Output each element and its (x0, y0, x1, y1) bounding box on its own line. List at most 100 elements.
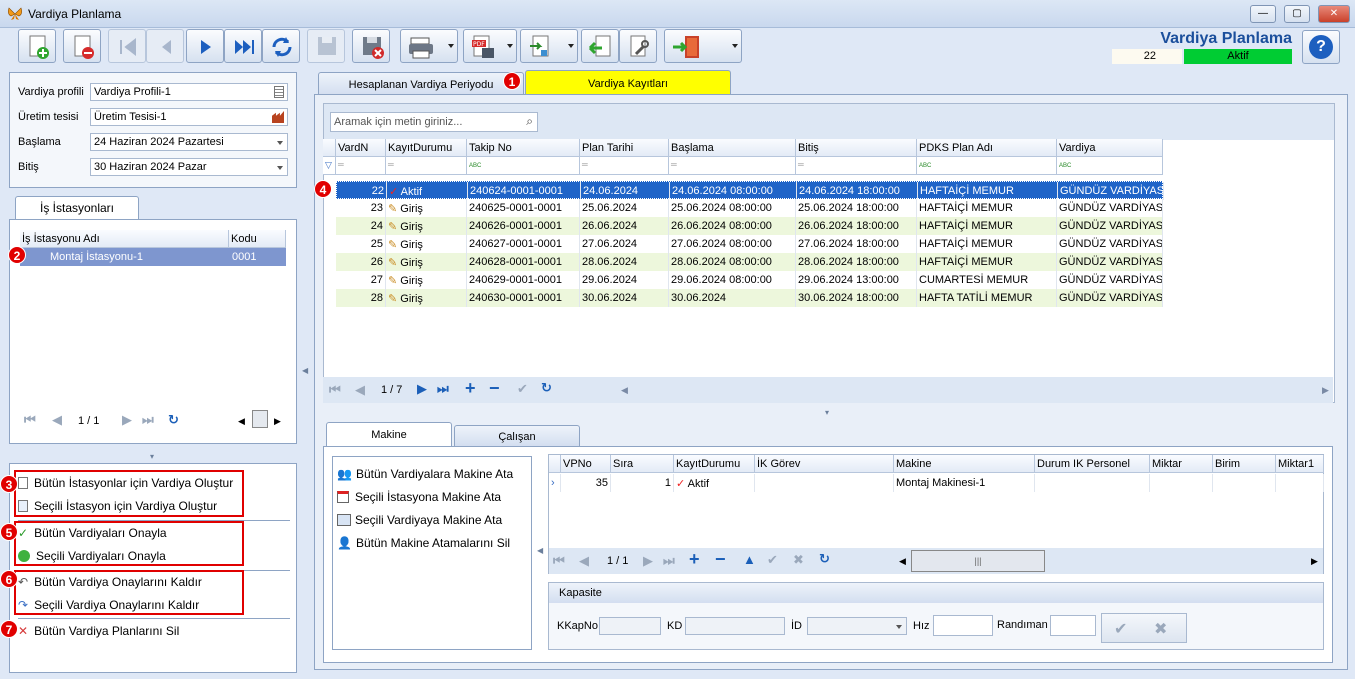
next-page-icon[interactable]: ▶ (122, 412, 132, 428)
table-row[interactable]: 25 ✎ Giriş 240627-0001-0001 27.06.2024 27.06… (336, 235, 1163, 253)
import-button[interactable] (520, 29, 578, 63)
splitter-icon[interactable]: ▾ (825, 408, 829, 417)
filter-cell[interactable]: ═ (386, 157, 467, 175)
machine-cell[interactable] (1276, 474, 1324, 492)
table-row[interactable]: 22 ✓ Aktif 240624-0001-0001 24.06.2024 24.06… (336, 181, 1164, 200)
machine-cell[interactable]: ✓ Aktif (674, 474, 755, 492)
col-header[interactable]: Başlama (669, 139, 796, 157)
help-button[interactable]: ? (1302, 30, 1340, 64)
export-pdf-button[interactable]: PDF (463, 29, 517, 63)
efficiency-field[interactable] (1050, 615, 1096, 636)
tab-machine[interactable]: Makine (326, 422, 452, 447)
table-row[interactable]: 26 ✎ Giriş 240628-0001-0001 28.06.2024 28.06… (336, 253, 1163, 271)
scrollbar-thumb[interactable] (252, 410, 268, 428)
table-row[interactable]: 24 ✎ Giriş 240626-0001-0001 26.06.2024 26.06… (336, 217, 1163, 235)
cancel-button[interactable] (352, 29, 390, 63)
check-icon[interactable]: ✔ (767, 552, 778, 568)
col-header[interactable]: Makine (894, 455, 1035, 473)
refresh-button[interactable] (262, 29, 300, 63)
col-header[interactable]: Bitiş (796, 139, 917, 157)
delete-button[interactable] (63, 29, 101, 63)
first-page-icon[interactable]: ⏮ (329, 382, 341, 398)
scroll-right-icon[interactable]: ▶ (274, 416, 281, 427)
nav-next-button[interactable] (186, 29, 224, 63)
station-row[interactable]: Montaj İstasyonu-1 0001 (20, 248, 286, 266)
scrollbar-thumb[interactable]: ||| (911, 550, 1045, 572)
col-header[interactable]: Birim (1213, 455, 1276, 473)
close-button[interactable]: ✕ (1318, 5, 1350, 23)
delete-machine-assignments-button[interactable]: 👤 Bütün Makine Atamalarını Sil (337, 536, 510, 550)
col-header[interactable]: PDKS Plan Adı (917, 139, 1057, 157)
cancel-icon[interactable]: ✖ (1154, 619, 1167, 639)
tab-employee[interactable]: Çalışan (454, 425, 580, 446)
assign-shift-machine-button[interactable]: Seçili Vardiyaya Makine Ata (337, 513, 502, 527)
assign-station-machine-button[interactable]: Seçili İstasyona Makine Ata (337, 490, 501, 504)
col-header[interactable]: VPNo (561, 455, 611, 473)
splitter-icon[interactable]: ▾ (150, 452, 154, 461)
col-header[interactable]: Durum IK Personel (1035, 455, 1150, 473)
add-icon[interactable]: + (689, 549, 700, 570)
machine-cell[interactable] (1035, 474, 1150, 492)
start-date-field[interactable]: 24 Haziran 2024 Pazartesi (90, 133, 288, 151)
table-row[interactable]: 28 ✎ Giriş 240630-0001-0001 30.06.2024 30.06… (336, 289, 1163, 307)
col-header[interactable]: KayıtDurumu (386, 139, 467, 157)
check-icon[interactable]: ✔ (517, 381, 528, 397)
scroll-left-icon[interactable]: ◀ (238, 416, 245, 427)
refresh-icon[interactable]: ↻ (819, 551, 830, 567)
maximize-button[interactable]: ▢ (1284, 5, 1310, 23)
last-page-icon[interactable]: ⏭ (142, 412, 154, 428)
end-date-field[interactable]: 30 Haziran 2024 Pazar (90, 158, 288, 176)
profile-field[interactable]: Vardiya Profili-1 (90, 83, 288, 101)
kd-field[interactable] (685, 617, 785, 635)
tab-calculated-period[interactable]: Hesaplanan Vardiya Periyodu (318, 72, 524, 95)
table-row[interactable]: 27 ✎ Giriş 240629-0001-0001 29.06.2024 29.06… (336, 271, 1163, 289)
machine-cell[interactable] (1150, 474, 1213, 492)
remove-icon[interactable]: − (489, 378, 500, 399)
plant-field[interactable]: Üretim Tesisi-1 (90, 108, 288, 126)
first-page-icon[interactable]: ⏮ (553, 553, 565, 569)
assign-all-machines-button[interactable]: 👥 Bütün Vardiyalara Makine Ata (337, 467, 513, 481)
first-page-icon[interactable]: ⏮ (24, 412, 36, 428)
remove-icon[interactable]: − (715, 549, 726, 570)
last-page-icon[interactable]: ⏭ (437, 381, 449, 397)
nav-last-button[interactable] (224, 29, 262, 63)
search-input[interactable]: Aramak için metin giriniz... ⌕ (330, 112, 538, 132)
machine-cell[interactable]: Montaj Makinesi-1 (894, 474, 1035, 492)
col-header[interactable]: Takip No (467, 139, 580, 157)
scroll-right-icon[interactable]: ▶ (1322, 385, 1329, 396)
kkapno-field[interactable] (599, 617, 661, 635)
speed-field[interactable] (933, 615, 993, 636)
filter-cell[interactable]: ABC (1057, 157, 1163, 175)
machine-cell[interactable]: 35 (561, 474, 611, 492)
col-header[interactable]: Miktar1 (1276, 455, 1324, 473)
collapse-left-icon[interactable]: ◀ (537, 546, 543, 555)
factory-icon[interactable] (272, 111, 284, 123)
new-button[interactable] (18, 29, 56, 63)
print-button[interactable] (400, 29, 458, 63)
machine-cell[interactable]: 1 (611, 474, 674, 492)
station-name-header[interactable]: İş İstasyonu Adı (20, 230, 229, 248)
station-code-header[interactable]: Kodu (229, 230, 286, 248)
last-page-icon[interactable]: ⏭ (663, 553, 675, 569)
col-header[interactable]: Plan Tarihi (580, 139, 669, 157)
scroll-left-icon[interactable]: ◀ (621, 385, 628, 396)
col-header[interactable]: İK Görev (755, 455, 894, 473)
confirm-icon[interactable]: ✔ (1114, 619, 1127, 639)
tab-shift-records[interactable]: Vardiya Kayıtları (525, 70, 731, 95)
nav-prev-button[interactable] (146, 29, 184, 63)
filter-cell[interactable]: ═ (336, 157, 386, 175)
filter-cell[interactable]: ABC (467, 157, 580, 175)
nav-first-button[interactable] (108, 29, 146, 63)
scroll-right-icon[interactable]: ▶ (1311, 556, 1318, 567)
delete-all-plans-button[interactable]: ✕ Bütün Vardiya Planlarını Sil (18, 624, 179, 638)
filter-cell[interactable]: ═ (669, 157, 796, 175)
col-header[interactable]: Sıra (611, 455, 674, 473)
col-header[interactable]: KayıtDurumu (674, 455, 755, 473)
next-page-icon[interactable]: ▶ (643, 553, 653, 569)
prev-page-icon[interactable]: ◀ (355, 382, 365, 398)
settings-button[interactable] (619, 29, 657, 63)
back-button[interactable] (581, 29, 619, 63)
machine-cell[interactable] (755, 474, 894, 492)
move-up-icon[interactable]: ▲ (743, 552, 756, 567)
cancel-icon[interactable]: ✖ (793, 552, 804, 568)
